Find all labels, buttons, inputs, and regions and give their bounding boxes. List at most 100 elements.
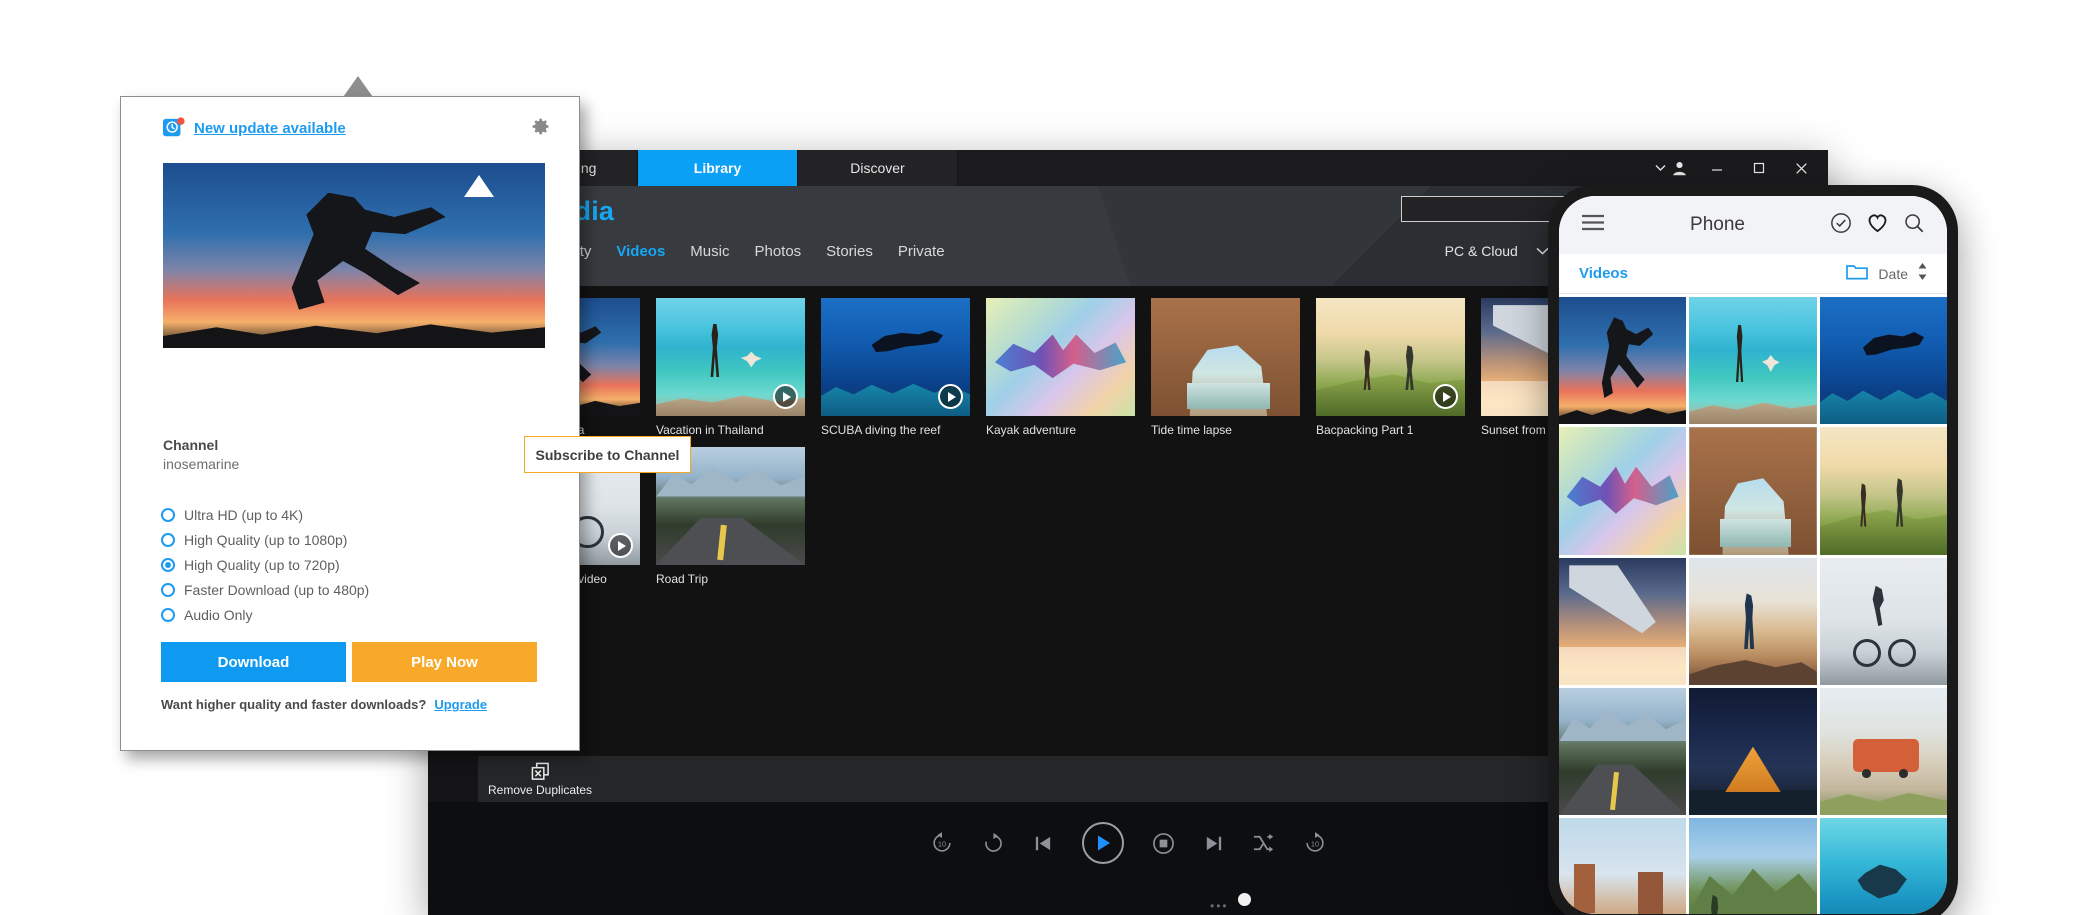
seek-handle[interactable]: [1238, 893, 1251, 906]
rewind-10-icon[interactable]: 10: [930, 831, 954, 855]
phone-thumbnail[interactable]: [1689, 688, 1817, 816]
download-popup: New update available Channel inosemarine…: [120, 96, 691, 751]
sub-tab-photos[interactable]: Photos: [754, 243, 801, 260]
maximize-button[interactable]: [1738, 150, 1780, 186]
runner-artwork: [1559, 297, 1687, 425]
play-overlay-icon[interactable]: [938, 384, 963, 409]
quality-option[interactable]: Faster Download (up to 480p): [161, 577, 369, 602]
quality-option[interactable]: Audio Only: [161, 602, 369, 627]
remove-duplicates-icon: [531, 762, 549, 780]
video-thumbnail[interactable]: [656, 298, 805, 416]
hike-artwork: [1819, 427, 1947, 555]
phone-thumbnail[interactable]: [1689, 297, 1817, 425]
phone-thumbnail[interactable]: [1559, 557, 1687, 686]
tab-discover-label: Discover: [850, 160, 905, 176]
radio-button[interactable]: [161, 557, 175, 572]
phone-thumbnail[interactable]: [1819, 557, 1947, 686]
radio-button[interactable]: [161, 582, 175, 597]
video-card[interactable]: Tide time lapse: [1151, 298, 1300, 437]
window-titlebar: Now Playing Library Discover: [428, 150, 1828, 186]
phone-tab-videos[interactable]: Videos: [1579, 265, 1628, 282]
play-overlay-icon[interactable]: [773, 384, 798, 409]
minimize-icon: [1712, 169, 1722, 171]
video-thumbnail[interactable]: [1316, 298, 1465, 416]
play-overlay-icon[interactable]: [1433, 384, 1458, 409]
quality-option[interactable]: High Quality (up to 720p): [161, 552, 369, 577]
subscribe-to-channel-button[interactable]: Subscribe to Channel: [524, 436, 691, 473]
heart-icon[interactable]: [1866, 212, 1889, 238]
quality-option-label: High Quality (up to 720p): [184, 556, 340, 573]
download-button[interactable]: Download: [161, 642, 346, 682]
radio-button[interactable]: [161, 532, 175, 547]
quality-option[interactable]: High Quality (up to 1080p): [161, 527, 369, 552]
phone-thumbnail[interactable]: [1689, 818, 1817, 914]
popup-actions: Download Play Now: [161, 642, 537, 682]
quality-option[interactable]: Ultra HD (up to 4K): [161, 502, 369, 527]
gear-icon[interactable]: [530, 116, 551, 142]
phone-thumbnail[interactable]: [1559, 818, 1687, 914]
video-thumbnail[interactable]: [1151, 298, 1300, 416]
phone-thumbnail[interactable]: [1819, 297, 1947, 425]
channel-name: inosemarine: [163, 456, 240, 472]
next-icon[interactable]: [1203, 833, 1224, 854]
phone-thumbnail[interactable]: [1819, 688, 1947, 816]
chevron-down-icon[interactable]: [1536, 247, 1549, 255]
phone-thumbnail[interactable]: [1689, 427, 1817, 555]
sub-tab-videos[interactable]: Videos: [616, 243, 665, 260]
check-circle-icon[interactable]: [1830, 212, 1852, 239]
play-icon: [1097, 835, 1110, 851]
phone-thumbnail[interactable]: [1559, 427, 1687, 555]
radio-button[interactable]: [161, 507, 175, 522]
tab-library-label: Library: [693, 160, 742, 176]
video-card[interactable]: Bacpacking Part 1: [1316, 298, 1465, 437]
remove-duplicates-button[interactable]: Remove Duplicates: [488, 762, 592, 797]
radio-button[interactable]: [161, 607, 175, 622]
upgrade-link[interactable]: Upgrade: [434, 697, 487, 712]
sub-tab-private[interactable]: Private: [898, 243, 945, 260]
phone-app-header: Phone: [1559, 196, 1947, 254]
video-card[interactable]: Kayak adventure: [986, 298, 1135, 437]
video-title: Bacpacking Part 1: [1316, 423, 1414, 437]
video-title: Road Trip: [656, 572, 709, 586]
play-button[interactable]: [1081, 822, 1124, 864]
folder-icon[interactable]: [1846, 263, 1869, 285]
update-badge-icon: [163, 117, 185, 139]
shuffle-icon[interactable]: [1252, 832, 1275, 855]
play-overlay-icon[interactable]: [608, 533, 633, 558]
tab-library[interactable]: Library: [638, 150, 798, 186]
close-icon: [1795, 162, 1807, 174]
stop-icon[interactable]: [1152, 832, 1175, 855]
play-now-button[interactable]: Play Now: [352, 642, 537, 682]
sub-tab-stories[interactable]: Stories: [826, 243, 873, 260]
screenshot-root: Now Playing Library Discover: [0, 0, 2085, 915]
minimize-button[interactable]: [1696, 150, 1738, 186]
phone-thumbnail[interactable]: [1819, 818, 1947, 914]
source-filter[interactable]: PC & Cloud: [1445, 243, 1518, 259]
video-card[interactable]: Vacation in Thailand: [656, 298, 805, 437]
bike-artwork: [1819, 557, 1947, 686]
video-thumbnail[interactable]: [821, 298, 970, 416]
sort-arrows-icon[interactable]: [1918, 262, 1927, 285]
repeat-icon[interactable]: [982, 832, 1005, 855]
phone-thumbnail[interactable]: [1819, 427, 1947, 555]
road-artwork: [1559, 688, 1687, 816]
search-icon[interactable]: [1903, 212, 1925, 239]
sub-tab-music[interactable]: Music: [690, 243, 729, 260]
phone-mockup: Phone Videos Date: [1548, 185, 1958, 915]
forward-10-icon[interactable]: 10: [1303, 831, 1327, 855]
account-menu[interactable]: [1647, 160, 1696, 177]
hamburger-menu-icon[interactable]: [1581, 214, 1605, 236]
phone-thumbnail[interactable]: [1559, 688, 1687, 816]
video-thumbnail[interactable]: [986, 298, 1135, 416]
phone-sort-label[interactable]: Date: [1878, 266, 1908, 282]
phone-thumbnail[interactable]: [1559, 297, 1687, 425]
close-button[interactable]: [1780, 150, 1822, 186]
phone-thumbnail[interactable]: [1689, 557, 1817, 686]
update-link-label: New update available: [194, 119, 346, 137]
video-card[interactable]: SCUBA diving the reef: [821, 298, 970, 437]
new-update-available-link[interactable]: New update available: [163, 117, 346, 139]
upgrade-prompt-text: Want higher quality and faster downloads…: [161, 697, 427, 712]
quality-options: Ultra HD (up to 4K) High Quality (up to 1…: [161, 502, 369, 627]
previous-icon[interactable]: [1033, 833, 1054, 854]
tab-discover[interactable]: Discover: [798, 150, 958, 186]
